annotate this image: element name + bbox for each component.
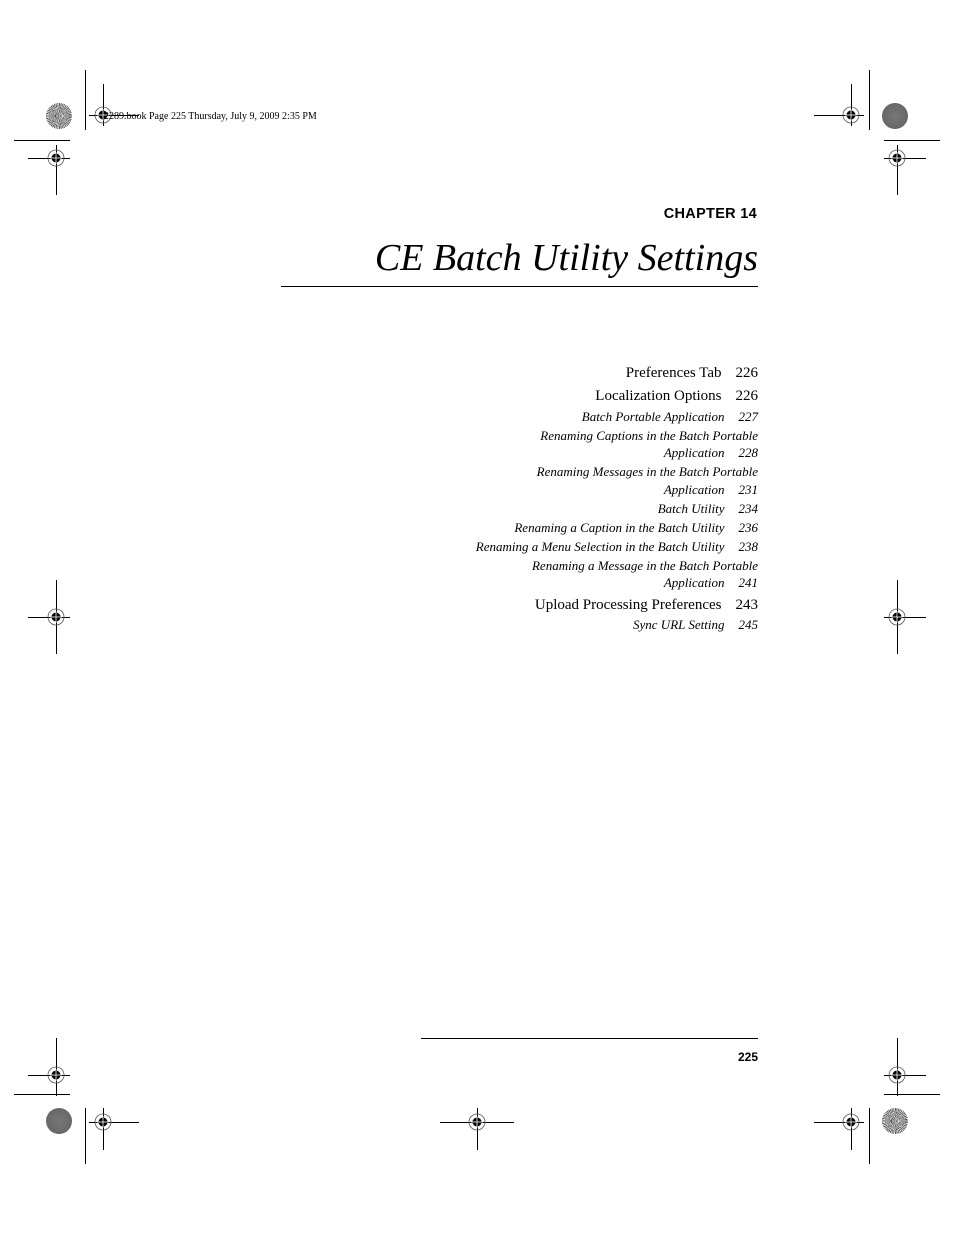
toc-entry-text: Application: [663, 575, 725, 590]
trim-mark: [869, 1108, 870, 1164]
toc-entry-title: Renaming Messages in the Batch Portable: [536, 464, 758, 479]
toc-entry-page: 226: [735, 388, 759, 404]
toc-entry-page: 241: [738, 575, 759, 590]
toc-entry-title: Localization Options 226: [418, 387, 758, 406]
trim-mark: [14, 1094, 70, 1095]
toc-entry[interactable]: Sync URL Setting 245: [418, 616, 758, 634]
trim-mark: [85, 1108, 86, 1164]
toc-entry[interactable]: Renaming Messages in the Batch Portable A…: [418, 463, 758, 498]
trim-mark: [869, 70, 870, 130]
toc-entry[interactable]: Localization Options 226: [418, 387, 758, 406]
toc-entry[interactable]: Batch Utility 234: [418, 500, 758, 518]
toc-entry-page: 238: [738, 538, 759, 554]
toc-entry-title: Batch Portable Application 227: [418, 408, 758, 426]
color-target-disc-icon: [46, 103, 72, 129]
toc-entry[interactable]: Batch Portable Application 227: [418, 408, 758, 426]
footer-rule: [421, 1038, 758, 1039]
registration-mark-icon: [47, 608, 65, 626]
toc-entry-page: 226: [735, 365, 759, 381]
toc-entry-page: 228: [738, 445, 759, 460]
trim-mark: [884, 1094, 940, 1095]
toc-entry-page: 245: [738, 617, 759, 632]
toc-entry-text: Upload Processing Preferences: [534, 596, 722, 613]
toc-entry-text: Batch Utility: [657, 500, 725, 516]
toc-entry[interactable]: Preferences Tab 226: [418, 364, 758, 383]
page-number: 225: [737, 1050, 758, 1064]
toc-entry[interactable]: Upload Processing Preferences 243: [418, 596, 758, 615]
toc-entry-title: Application 228: [418, 444, 758, 462]
trim-mark: [884, 140, 940, 141]
toc-entry-text: Sync URL Setting: [633, 617, 725, 632]
toc-entry-text: Application: [663, 445, 725, 460]
registration-mark-icon: [94, 1113, 112, 1131]
title-rule: [281, 286, 758, 287]
color-target-disc-icon: [882, 103, 908, 129]
trim-mark: [14, 140, 70, 141]
color-target-disc-icon: [882, 1108, 908, 1134]
toc-entry-page: 227: [738, 408, 759, 424]
registration-mark-icon: [888, 608, 906, 626]
toc-entry[interactable]: Renaming Captions in the Batch Portable A…: [418, 427, 758, 462]
trim-mark: [85, 70, 86, 130]
toc-entry[interactable]: Renaming a Caption in the Batch Utility 2…: [418, 519, 758, 537]
toc-entry[interactable]: Renaming a Menu Selection in the Batch U…: [418, 538, 758, 556]
toc-entry-page: 234: [738, 500, 759, 516]
toc-entry-text: Batch Portable Application: [581, 408, 725, 424]
toc-entry-title: Preferences Tab 226: [418, 364, 758, 383]
registration-mark-icon: [842, 1113, 860, 1131]
toc-entry-text: Renaming a Caption in the Batch Utility: [514, 519, 725, 535]
chapter-toc: Preferences Tab 226 Localization Options 22…: [418, 360, 758, 634]
toc-entry-title: Renaming a Message in the Batch Portable: [531, 557, 758, 573]
toc-entry-page: 236: [738, 519, 759, 535]
toc-entry-text: Localization Options: [595, 388, 722, 404]
toc-entry-title: Upload Processing Preferences 243: [418, 596, 758, 615]
registration-mark-icon: [888, 149, 906, 167]
toc-entry[interactable]: Renaming a Message in the Batch Portable…: [418, 557, 758, 592]
slug-line: 2289.book Page 225 Thursday, July 9, 200…: [104, 111, 317, 122]
toc-entry-title: Renaming a Menu Selection in the Batch U…: [418, 538, 758, 556]
toc-entry-title: Application 231: [418, 481, 758, 499]
toc-entry-title: Renaming Captions in the Batch Portable: [540, 427, 758, 443]
registration-mark-icon: [842, 106, 860, 124]
chapter-title: CE Batch Utility Settings: [374, 237, 758, 279]
color-target-disc-icon: [46, 1108, 72, 1134]
toc-entry-text: Renaming a Menu Selection in the Batch U…: [475, 538, 725, 554]
chapter-label: CHAPTER 14: [663, 206, 757, 222]
toc-entry-title: Renaming a Caption in the Batch Utility 2…: [418, 519, 758, 537]
toc-entry-title: Batch Utility 234: [418, 500, 758, 518]
toc-entry-title: Application 241: [418, 574, 758, 592]
toc-entry-page: 231: [738, 481, 759, 497]
toc-entry-page: 243: [735, 596, 759, 613]
toc-entry-text: Application: [663, 481, 725, 497]
registration-mark-icon: [47, 1066, 65, 1084]
registration-mark-icon: [888, 1066, 906, 1084]
registration-mark-icon: [47, 149, 65, 167]
toc-entry-text: Preferences Tab: [625, 365, 722, 381]
registration-mark-icon: [468, 1113, 486, 1131]
toc-entry-title: Sync URL Setting 245: [418, 616, 758, 634]
